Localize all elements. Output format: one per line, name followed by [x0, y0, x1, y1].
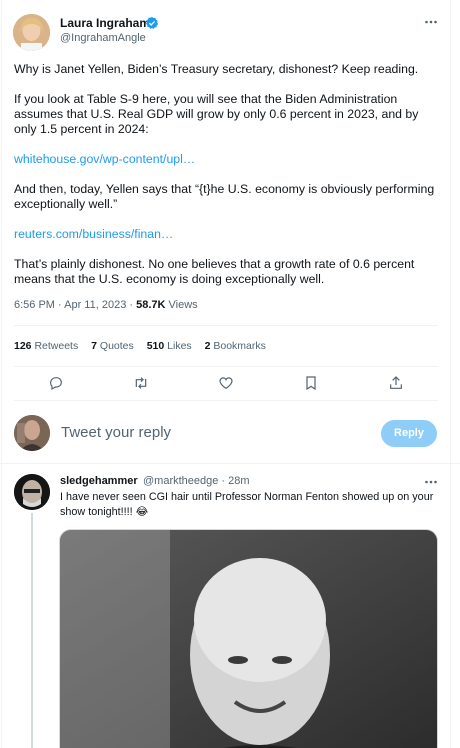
likes-stat[interactable]: 510 Likes: [147, 340, 192, 352]
tweet-timestamp[interactable]: 6:56 PM · Apr 11, 2023 ·: [14, 299, 136, 311]
like-icon[interactable]: [218, 375, 234, 391]
reply-author-avatar[interactable]: [14, 474, 50, 510]
author-avatar[interactable]: [13, 14, 50, 51]
divider: [0, 463, 460, 464]
likes-label: Likes: [167, 340, 192, 352]
divider: [14, 400, 438, 401]
tweet-actions: [14, 367, 438, 399]
tweet-paragraph: Why is Janet Yellen, Biden’s Treasury se…: [14, 62, 419, 76]
bookmarks-label: Bookmarks: [213, 340, 266, 352]
retweets-label: Retweets: [34, 340, 79, 352]
tweet-link[interactable]: whitehouse.gov/wp-content/upl…: [14, 152, 195, 166]
reply-media-image[interactable]: [59, 529, 438, 748]
tweet-stats: 126 Retweets 7 Quotes 510 Likes 2 Bookma…: [14, 340, 276, 352]
quotes-label: Quotes: [99, 340, 134, 352]
verified-badge-icon: [145, 16, 159, 29]
more-options-icon[interactable]: [424, 17, 438, 27]
tweet-link[interactable]: reuters.com/business/finan…: [14, 227, 173, 241]
author-name[interactable]: Laura Ingraham: [60, 16, 150, 30]
views-label: Views: [165, 299, 198, 311]
thread-connector: [31, 513, 33, 748]
views-count: 58.7K: [136, 299, 166, 311]
author-handle[interactable]: @IngrahamAngle: [60, 32, 146, 44]
reply-text: I have never seen CGI hair until Profess…: [60, 491, 434, 518]
divider: [14, 325, 438, 326]
reply-input[interactable]: Tweet your reply: [61, 424, 171, 441]
tweet-paragraph: That’s plainly dishonest. No one believe…: [14, 257, 415, 286]
reply-button[interactable]: Reply: [381, 420, 437, 447]
retweets-stat[interactable]: 126 Retweets: [14, 340, 78, 352]
tweet-meta: 6:56 PM · Apr 11, 2023 · 58.7K Views: [14, 299, 198, 311]
current-user-avatar[interactable]: [14, 415, 50, 451]
reply-author-handle[interactable]: @marktheedge · 28m: [143, 475, 250, 487]
tweet-paragraph: And then, today, Yellen says that “{t}he…: [14, 182, 435, 211]
retweets-count: 126: [14, 340, 32, 352]
bookmark-icon[interactable]: [303, 375, 319, 391]
quotes-stat[interactable]: 7 Quotes: [91, 340, 134, 352]
share-icon[interactable]: [388, 375, 404, 391]
reply-author-name[interactable]: sledgehammer: [60, 475, 138, 487]
reply-icon[interactable]: [48, 375, 64, 391]
likes-count: 510: [146, 340, 165, 352]
tweet-paragraph: If you look at Table S-9 here, you will …: [14, 92, 419, 136]
bookmarks-stat[interactable]: 2 Bookmarks: [205, 340, 266, 352]
bookmarks-count: 2: [204, 340, 211, 352]
quotes-count: 7: [91, 340, 97, 352]
retweet-icon[interactable]: [133, 375, 149, 391]
more-options-icon[interactable]: [424, 477, 438, 487]
